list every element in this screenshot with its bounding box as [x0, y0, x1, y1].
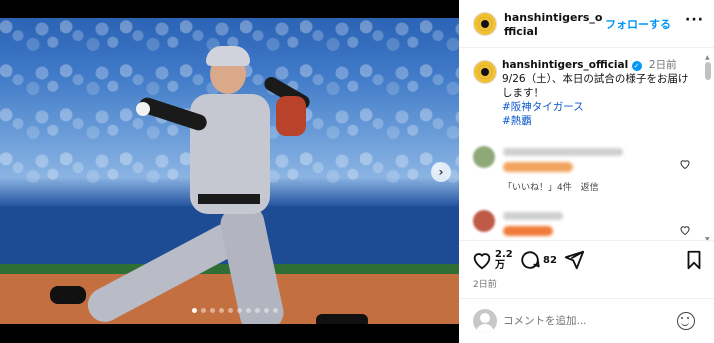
share-paper-plane-icon[interactable]	[563, 249, 585, 271]
more-options-icon[interactable]: ···	[685, 12, 704, 28]
likes-count-unit: 万	[495, 260, 505, 271]
comment-bubble-icon[interactable]	[519, 249, 541, 271]
blurred-comment-text	[503, 162, 573, 172]
carousel-dots	[192, 308, 278, 313]
commenter-avatar[interactable]	[473, 146, 495, 168]
tiger-logo-icon	[478, 65, 492, 79]
likes-count[interactable]: 2.2 万	[495, 249, 513, 271]
carousel-dot[interactable]	[255, 308, 260, 313]
carousel-dot[interactable]	[210, 308, 215, 313]
caption-username[interactable]: hanshintigers_official	[502, 59, 628, 71]
hashtag-link[interactable]: #熱覇	[502, 114, 697, 128]
comment-like-heart-icon[interactable]	[679, 224, 691, 239]
post-header: hanshintigers_official フォローする ···	[459, 0, 714, 48]
comment-likes-count[interactable]: 「いいね！」4件	[503, 183, 572, 193]
caption-avatar[interactable]	[473, 60, 497, 84]
comments-section: hanshintigers_official ✓ 2日前 9/26（土）、本日の…	[459, 48, 714, 240]
save-bookmark-icon[interactable]	[683, 249, 705, 271]
like-heart-icon[interactable]	[471, 249, 493, 271]
caption-text: 9/26（土）、本日の試合の様子をお届けします！	[502, 73, 689, 99]
blurred-comment-text	[503, 226, 553, 236]
hashtag-link[interactable]: #阪神タイガース	[502, 100, 697, 114]
pitcher-shoe-left	[50, 286, 86, 304]
carousel-next-button[interactable]: ›	[431, 162, 451, 182]
tiger-logo-icon	[478, 17, 492, 31]
post-photo[interactable]	[0, 18, 459, 324]
comment-input[interactable]	[503, 311, 673, 331]
scroll-up-arrow-icon[interactable]: ▲	[705, 54, 710, 61]
comments-scrollbar[interactable]: ▲ ▼	[705, 54, 711, 243]
account-avatar[interactable]	[473, 12, 497, 36]
comment-meta: 「いいね！」4件 返信	[503, 180, 599, 193]
reply-button[interactable]: 返信	[581, 183, 599, 193]
commenter-avatar[interactable]	[473, 210, 495, 232]
add-comment-bar	[459, 298, 714, 343]
pitcher-shoe-right	[316, 314, 368, 324]
baseball-glove	[276, 96, 306, 136]
pitcher-figure	[40, 46, 380, 324]
scroll-thumb[interactable]	[705, 62, 711, 80]
carousel-dot[interactable]	[192, 308, 197, 313]
pitcher-cap	[206, 46, 250, 66]
verified-badge-icon: ✓	[631, 61, 642, 71]
carousel-dot[interactable]	[246, 308, 251, 313]
caption-time[interactable]: 2日前	[649, 59, 677, 71]
caption: hanshintigers_official ✓ 2日前 9/26（土）、本日の…	[502, 58, 697, 128]
carousel-dot[interactable]	[219, 308, 224, 313]
carousel-dot[interactable]	[237, 308, 242, 313]
current-user-avatar	[473, 309, 497, 333]
likes-count-number: 2.2	[495, 249, 513, 260]
pitcher-leg-right	[217, 202, 287, 324]
post-side-panel: hanshintigers_official フォローする ··· hanshi…	[459, 0, 714, 343]
baseball	[136, 102, 150, 116]
carousel-dot[interactable]	[228, 308, 233, 313]
post-actions: 2.2 万 82 2日前	[459, 240, 714, 296]
carousel-dot[interactable]	[201, 308, 206, 313]
comment-like-heart-icon[interactable]	[679, 158, 691, 173]
blurred-comment-username	[503, 212, 563, 220]
emoji-icon[interactable]	[677, 312, 695, 330]
carousel-dot[interactable]	[264, 308, 269, 313]
header-username[interactable]: hanshintigers_official	[504, 11, 604, 39]
post-time[interactable]: 2日前	[473, 277, 497, 290]
comments-count[interactable]: 82	[543, 255, 557, 266]
follow-button[interactable]: フォローする	[605, 16, 671, 32]
pitcher-belt	[198, 194, 260, 204]
blurred-comment-username	[503, 148, 623, 156]
post-media: ›	[0, 0, 459, 343]
carousel-dot[interactable]	[273, 308, 278, 313]
